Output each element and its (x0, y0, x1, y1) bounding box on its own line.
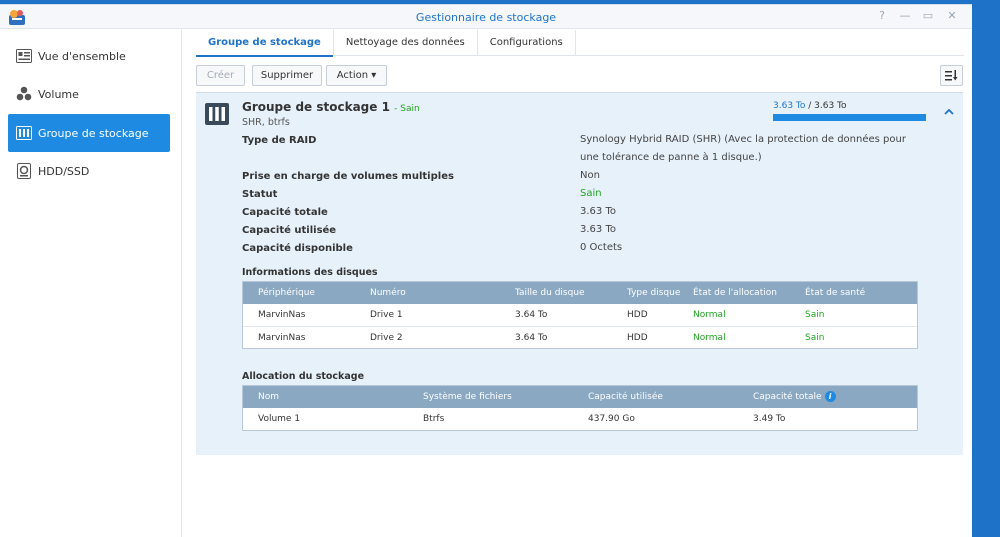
column-header[interactable]: Système de fichiers (423, 386, 512, 408)
status-label: Statut (242, 189, 278, 200)
table-cell: Btrfs (423, 414, 445, 424)
action-dropdown-button[interactable]: Action ▾ (326, 65, 387, 86)
multi-volume-value: Non (580, 170, 600, 181)
table-header: Nom Système de fichiers Capacité utilisé… (243, 386, 917, 408)
title-bar: Gestionnaire de stockage ? — ▭ ✕ (0, 5, 972, 29)
sort-button[interactable] (940, 65, 963, 86)
table-cell: Drive 1 (370, 310, 403, 320)
column-header[interactable]: Capacité utilisée (588, 386, 663, 408)
table-row[interactable]: Volume 1 Btrfs 437.90 Go 3.49 To (243, 408, 917, 430)
storage-manager-window: Gestionnaire de stockage ? — ▭ ✕ Vue d'e… (0, 4, 972, 537)
table-cell: MarvinNas (258, 333, 306, 343)
create-button[interactable]: Créer (196, 65, 245, 86)
minimize-icon[interactable]: — (898, 9, 912, 23)
pool-subtitle: SHR, btrfs (242, 117, 290, 128)
sort-icon (945, 70, 958, 81)
table-cell: 3.49 To (753, 414, 786, 424)
main-content: Groupe de stockage Nettoyage des données… (183, 30, 972, 537)
sidebar-item-label: Vue d'ensemble (38, 49, 126, 63)
help-icon[interactable]: ? (875, 9, 889, 23)
column-header[interactable]: État de l'allocation (693, 282, 777, 304)
close-icon[interactable]: ✕ (945, 9, 959, 23)
table-cell: Drive 2 (370, 333, 403, 343)
disk-info-title: Informations des disques (242, 267, 378, 278)
storage-pool-icon (16, 126, 32, 140)
storage-allocation-title: Allocation du stockage (242, 371, 365, 382)
maximize-icon[interactable]: ▭ (921, 9, 935, 23)
available-capacity-value: 0 Octets (580, 242, 623, 253)
pool-status-badge: - Sain (394, 104, 420, 114)
table-cell: 437.90 Go (588, 414, 635, 424)
storage-pool-icon (205, 103, 229, 125)
available-capacity-label: Capacité disponible (242, 243, 353, 254)
table-cell: Sain (805, 310, 825, 320)
total-capacity-value: 3.63 To (580, 206, 616, 217)
sidebar-item-storage-pool[interactable]: Groupe de stockage (8, 114, 170, 152)
table-cell: Volume 1 (258, 414, 301, 424)
sidebar-item-label: Volume (38, 87, 79, 101)
storage-allocation-table: Nom Système de fichiers Capacité utilisé… (242, 385, 918, 431)
table-cell: MarvinNas (258, 310, 306, 320)
table-header: Périphérique Numéro Taille du disque Typ… (243, 282, 917, 304)
table-row[interactable]: MarvinNas Drive 1 3.64 To HDD Normal Sai… (243, 304, 917, 326)
sidebar-item-hdd-ssd[interactable]: HDD/SSD (8, 152, 170, 190)
storage-pool-panel[interactable]: Groupe de stockage 1 - Sain SHR, btrfs 3… (196, 92, 963, 455)
sidebar-item-overview[interactable]: Vue d'ensemble (8, 37, 170, 75)
status-value: Sain (580, 188, 602, 199)
table-cell: 3.64 To (515, 310, 548, 320)
pool-title: Groupe de stockage 1 - Sain (242, 100, 420, 114)
tab-storage-pool[interactable]: Groupe de stockage (196, 30, 334, 57)
raid-type-value: Synology Hybrid RAID (SHR) (Avec la prot… (580, 134, 906, 163)
tab-bar: Groupe de stockage Nettoyage des données… (196, 30, 964, 57)
table-cell: Normal (693, 310, 726, 320)
capacity-bar-fill (773, 114, 926, 121)
column-header[interactable]: Taille du disque (515, 282, 585, 304)
used-capacity-value: 3.63 To (580, 224, 616, 235)
disk-info-table: Périphérique Numéro Taille du disque Typ… (242, 281, 918, 349)
raid-type-label: Type de RAID (242, 135, 317, 146)
sidebar-item-volume[interactable]: Volume (8, 75, 170, 113)
sidebar-item-label: HDD/SSD (38, 164, 90, 178)
capacity-readout: 3.63 To / 3.63 To (773, 101, 847, 111)
table-cell: HDD (627, 333, 648, 343)
used-capacity-label: Capacité utilisée (242, 225, 337, 236)
delete-button[interactable]: Supprimer (252, 65, 322, 86)
table-cell: Sain (805, 333, 825, 343)
info-icon[interactable]: i (824, 391, 836, 402)
window-title: Gestionnaire de stockage (415, 11, 557, 24)
capacity-used: 3.63 To (773, 101, 806, 111)
capacity-total: 3.63 To (814, 101, 847, 111)
multi-volume-label: Prise en charge de volumes multiples (242, 171, 454, 182)
toolbar: Créer Supprimer Action ▾ (196, 65, 964, 87)
tab-data-scrubbing[interactable]: Nettoyage des données (334, 30, 478, 56)
tab-configurations[interactable]: Configurations (478, 30, 576, 56)
column-header[interactable]: Périphérique (258, 282, 315, 304)
table-cell: 3.64 To (515, 333, 548, 343)
column-header[interactable]: Capacité totale i (753, 386, 836, 408)
column-header[interactable]: État de santé (805, 282, 865, 304)
capacity-separator: / (805, 101, 815, 111)
hdd-icon (17, 163, 31, 179)
table-row[interactable]: MarvinNas Drive 2 3.64 To HDD Normal Sai… (243, 326, 917, 348)
collapse-chevron-icon[interactable] (944, 105, 954, 118)
sidebar: Vue d'ensemble Volume Groupe de stockage (0, 30, 182, 537)
total-capacity-label: Capacité totale (242, 207, 328, 218)
pool-name: Groupe de stockage 1 (242, 100, 390, 114)
column-header[interactable]: Numéro (370, 282, 406, 304)
table-cell: HDD (627, 310, 648, 320)
volume-icon (16, 86, 32, 101)
column-header[interactable]: Nom (258, 386, 279, 408)
table-cell: Normal (693, 333, 726, 343)
sidebar-item-label: Groupe de stockage (38, 126, 149, 140)
overview-icon (16, 49, 32, 63)
column-header-label: Capacité totale (753, 392, 822, 402)
capacity-bar (773, 114, 926, 121)
column-header[interactable]: Type disque (627, 282, 680, 304)
